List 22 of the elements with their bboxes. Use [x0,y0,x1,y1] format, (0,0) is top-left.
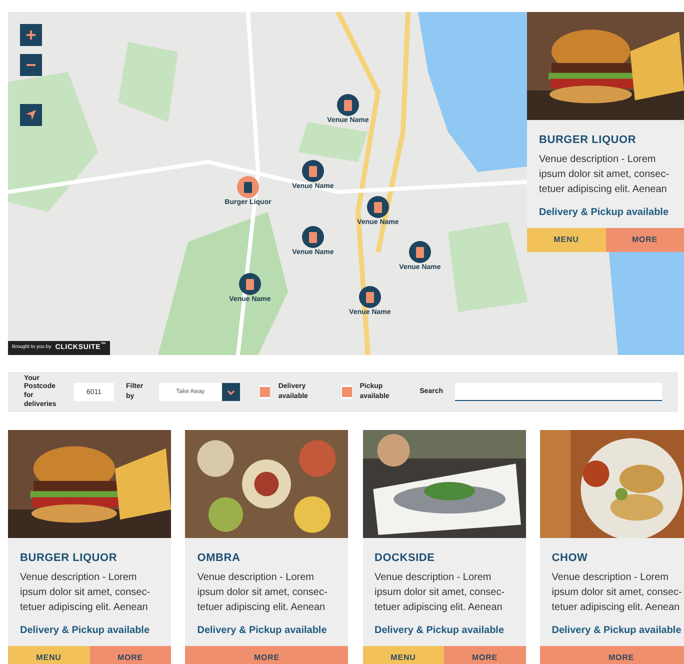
venue-name: CHOW [552,550,589,566]
checkbox[interactable] [341,385,352,399]
availability-text: Delivery & Pickup available [20,624,151,638]
more-button[interactable]: MORE [185,646,348,664]
availability-text: Delivery & Pickup available [197,624,328,638]
more-button[interactable]: MORE [90,646,171,664]
availability-text: Delivery & Pickup available [374,624,506,638]
venue-name: BURGER LIQUOR [20,550,118,566]
venue-description: Venue description - Lorem ipsum dolor sit amet, consec-tetuer adipiscing elit. Aenean [552,571,683,616]
availability-text: Delivery & Pickup available [552,624,682,638]
venue-name: DOCKSIDE [374,550,436,566]
menu-button[interactable]: MENU [8,646,90,664]
search-field[interactable] [455,383,662,401]
menu-button[interactable]: MENU [362,646,444,664]
venue-description: Venue description - Lorem ipsum dolor sit amet, consec-tetuer adipiscing elit. Aenean [197,571,328,616]
venue-name: OMBRA [197,550,242,566]
checkbox[interactable] [260,385,270,399]
venue-description: Venue description - Lorem ipsum dolor sit amet, consec-tetuer adipiscing elit. Aenean [374,571,506,616]
chevron-down-icon [227,390,236,394]
venue-description: Venue description - Lorem ipsum dolor sit amet, consec-tetuer adipiscing elit. Aenean [20,571,152,616]
more-button[interactable]: MORE [540,646,684,664]
more-button[interactable]: MORE [444,646,526,664]
